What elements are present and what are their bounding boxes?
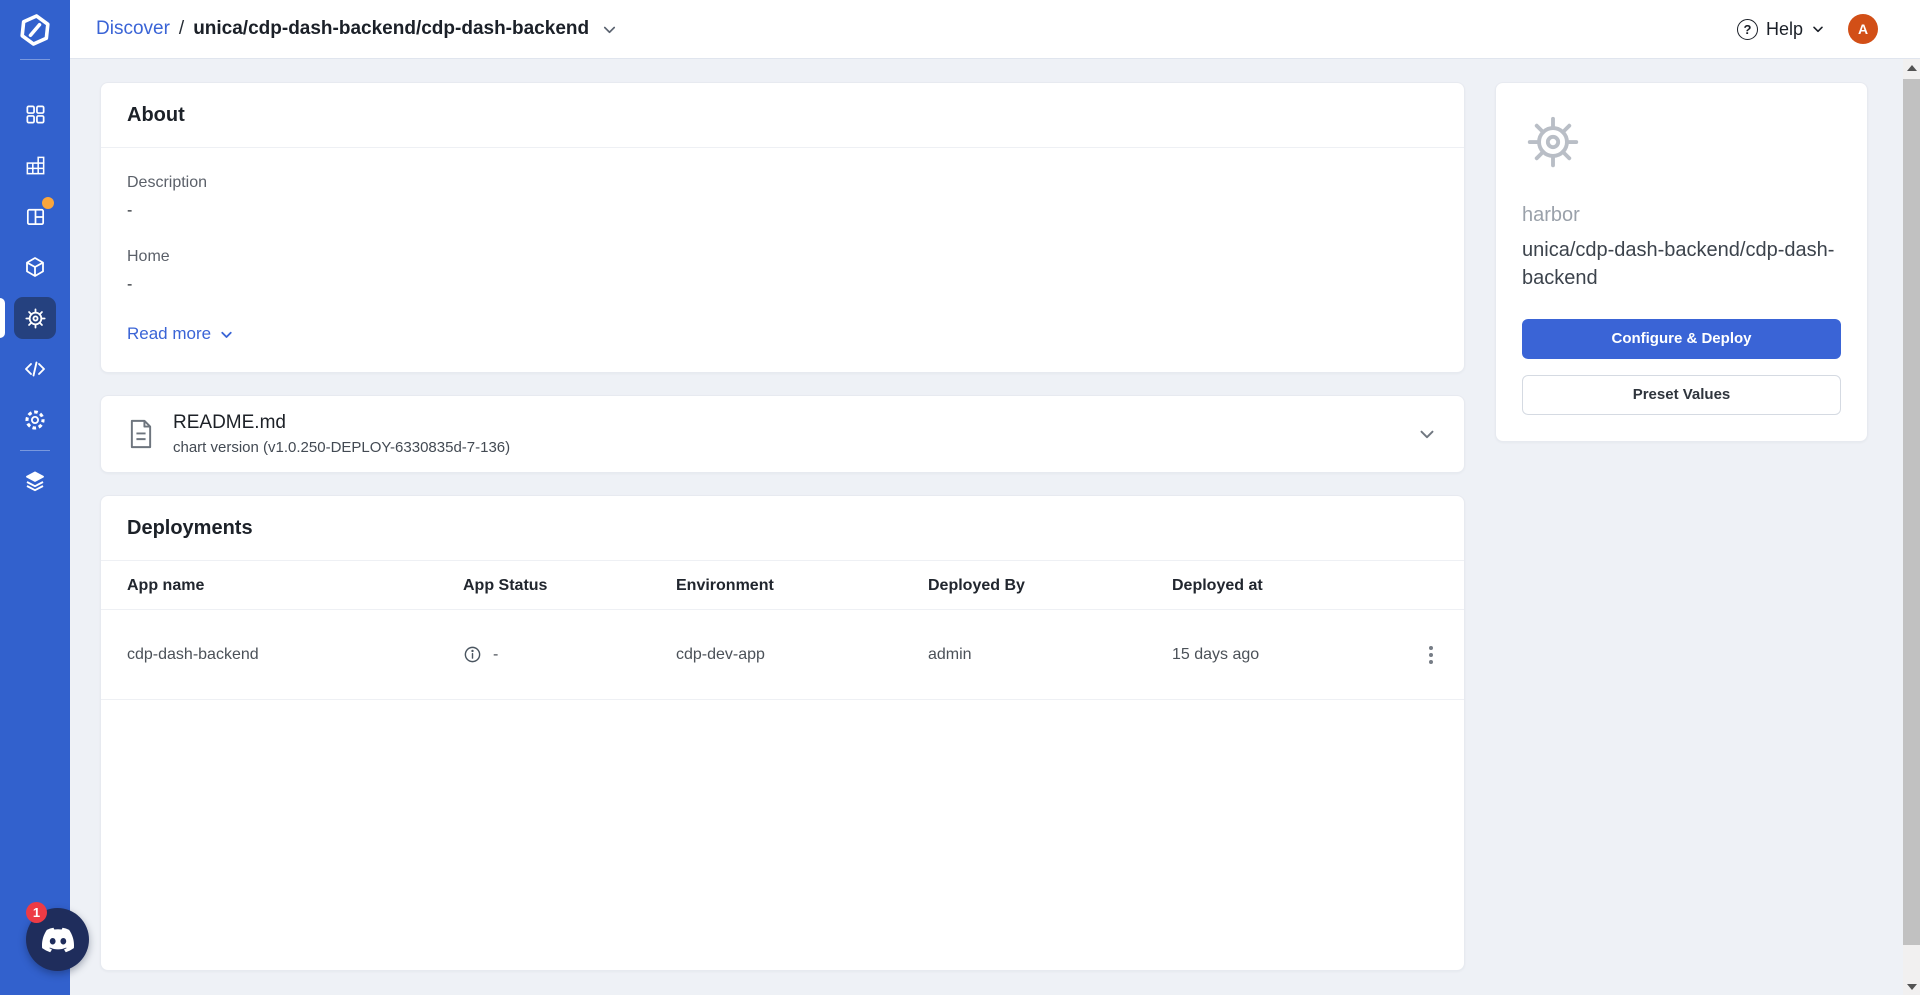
cell-deployed-by: admin: [928, 646, 1172, 664]
avatar[interactable]: A: [1848, 14, 1878, 44]
about-title: About: [101, 83, 1464, 147]
unread-badge: 1: [26, 902, 47, 923]
readme-card[interactable]: README.md chart version (v1.0.250-DEPLOY…: [100, 395, 1465, 473]
page-title: unica/cdp-dash-backend/cdp-dash-backend: [193, 18, 589, 40]
left-column: About Description - Home - Read more: [100, 82, 1465, 971]
right-column: harbor unica/cdp-dash-backend/cdp-dash-b…: [1495, 82, 1868, 971]
scrollbar: [1903, 59, 1920, 995]
readme-chart-version: chart version (v1.0.250-DEPLOY-6330835d-…: [173, 439, 510, 456]
sidebar-item-chart-store[interactable]: [14, 297, 56, 339]
topbar-right: ? Help A: [1737, 14, 1878, 44]
column-header-environment: Environment: [676, 577, 928, 595]
chart-placeholder-helm-icon: [1522, 111, 1841, 178]
app-logo[interactable]: [0, 0, 70, 59]
preset-values-button[interactable]: Preset Values: [1522, 375, 1841, 415]
configure-deploy-button[interactable]: Configure & Deploy: [1522, 319, 1841, 359]
blocks-icon: [24, 154, 47, 177]
sidebar-divider: [20, 59, 50, 60]
read-more-label: Read more: [127, 324, 211, 344]
about-card: About Description - Home - Read more: [100, 82, 1465, 373]
sidebar-item-applications[interactable]: [14, 93, 56, 135]
read-more-link[interactable]: Read more: [127, 324, 235, 344]
sidebar-item-application-groups[interactable]: [14, 195, 56, 237]
chevron-down-icon[interactable]: [1416, 423, 1438, 445]
table-header: App name App Status Environment Deployed…: [101, 561, 1464, 609]
cube-icon: [23, 255, 47, 279]
question-circle-icon: ?: [1737, 19, 1758, 40]
chevron-down-icon: [1810, 21, 1826, 37]
app-root: Discover / unica/cdp-dash-backend/cdp-da…: [0, 0, 1920, 995]
column-header-app-name: App name: [127, 577, 463, 595]
cell-app-name: cdp-dash-backend: [127, 646, 463, 664]
chevron-down-icon[interactable]: [600, 20, 619, 39]
status-value: -: [493, 646, 498, 664]
main-column: Discover / unica/cdp-dash-backend/cdp-da…: [70, 0, 1920, 995]
cell-app-status: -: [463, 645, 676, 664]
description-value: -: [127, 202, 1438, 220]
sidebar-item-jobs[interactable]: [14, 144, 56, 186]
cell-deployed-at: 15 days ago: [1172, 646, 1398, 664]
info-icon[interactable]: [463, 645, 482, 664]
sidebar-nav: [14, 93, 56, 502]
sidebar-item-code[interactable]: [14, 348, 56, 390]
home-field: Home -: [127, 248, 1438, 294]
devtron-logo-icon: [17, 12, 53, 48]
description-field: Description -: [127, 174, 1438, 220]
chart-name: unica/cdp-dash-backend/cdp-dash-backend: [1522, 236, 1841, 293]
row-menu-kebab-icon[interactable]: [1424, 640, 1438, 670]
scrollbar-up-arrow[interactable]: [1903, 59, 1920, 76]
stack-icon: [23, 469, 47, 493]
breadcrumb-discover-link[interactable]: Discover: [96, 18, 170, 40]
sidebar-item-global-config[interactable]: [14, 399, 56, 441]
helm-icon: [23, 306, 48, 331]
description-label: Description: [127, 174, 1438, 192]
home-label: Home: [127, 248, 1438, 266]
active-item-indicator: [0, 298, 5, 338]
layout-icon: [24, 205, 47, 228]
sidebar-item-resource-browser[interactable]: [14, 246, 56, 288]
sidebar-item-stack-manager[interactable]: [14, 460, 56, 502]
topbar: Discover / unica/cdp-dash-backend/cdp-da…: [70, 0, 1920, 59]
scrollbar-down-arrow[interactable]: [1903, 978, 1920, 995]
help-menu[interactable]: ? Help: [1737, 19, 1826, 40]
discord-icon: [42, 924, 74, 956]
sidebar-divider: [20, 450, 50, 451]
chart-summary-card: harbor unica/cdp-dash-backend/cdp-dash-b…: [1495, 82, 1868, 442]
document-icon: [127, 418, 155, 450]
table-row[interactable]: cdp-dash-backend -: [101, 610, 1464, 700]
notification-dot: [42, 197, 54, 209]
breadcrumb: Discover / unica/cdp-dash-backend/cdp-da…: [96, 18, 619, 40]
column-header-deployed-at: Deployed at: [1172, 577, 1398, 595]
discord-chat-bubble[interactable]: 1: [26, 908, 89, 971]
cell-environment: cdp-dev-app: [676, 646, 928, 664]
chevron-down-icon: [218, 326, 235, 343]
scrollbar-thumb[interactable]: [1903, 79, 1920, 945]
column-header-deployed-by: Deployed By: [928, 577, 1172, 595]
home-value: -: [127, 276, 1438, 294]
column-header-app-status: App Status: [463, 577, 676, 595]
content-area: About Description - Home - Read more: [70, 59, 1920, 995]
code-icon: [23, 357, 47, 381]
grid-icon: [24, 103, 47, 126]
help-label: Help: [1766, 19, 1803, 40]
sidebar: [0, 0, 70, 995]
chart-source: harbor: [1522, 204, 1841, 227]
deployments-title: Deployments: [101, 496, 1464, 560]
readme-title: README.md: [173, 412, 510, 434]
breadcrumb-separator: /: [179, 18, 184, 40]
deployments-card: Deployments App name App Status Environm…: [100, 495, 1465, 971]
gear-icon: [23, 408, 47, 432]
